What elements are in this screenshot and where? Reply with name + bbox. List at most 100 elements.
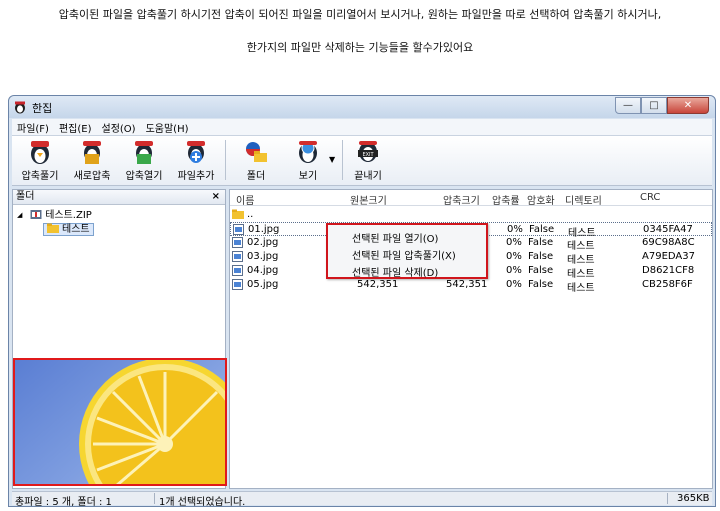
view-label: 보기 bbox=[298, 171, 318, 182]
status-size: 365KB bbox=[677, 493, 710, 504]
column-original-size[interactable]: 원본크기 bbox=[350, 192, 387, 207]
exit-label: 끝내기 bbox=[354, 171, 382, 182]
svg-text:EXIT: EXIT bbox=[362, 152, 374, 158]
status-counts: 총파일 : 5 개, 폴더 : 1 bbox=[15, 497, 112, 508]
folder-pane-header: 폴더 × bbox=[13, 190, 225, 205]
view-dropdown-arrow[interactable]: ▼ bbox=[329, 155, 335, 164]
image-file-icon bbox=[232, 237, 243, 248]
image-file-icon bbox=[232, 265, 243, 276]
file-ratio: 0% bbox=[506, 237, 522, 248]
menu-settings[interactable]: 설정(O) bbox=[97, 120, 141, 135]
file-crc: 0345FA47 bbox=[643, 224, 693, 235]
file-name: 05.jpg bbox=[247, 279, 279, 290]
file-encrypted: False bbox=[529, 224, 555, 235]
title-bar[interactable]: 한집 — □ ✕ bbox=[9, 96, 715, 118]
column-compressed-size[interactable]: 압축크기 bbox=[443, 192, 480, 207]
window-title: 한집 bbox=[32, 102, 53, 115]
status-separator bbox=[667, 493, 668, 504]
file-crc: D8621CF8 bbox=[642, 265, 695, 276]
extract-button[interactable]: 압축풀기 bbox=[14, 139, 66, 185]
open-archive-button[interactable]: 압축열기 bbox=[118, 139, 170, 185]
menu-edit[interactable]: 편집(E) bbox=[54, 120, 97, 135]
menu-bar: 파일(F) 편집(E) 설정(O) 도움말(H) bbox=[12, 119, 712, 136]
exit-button[interactable]: EXIT 끝내기 bbox=[342, 139, 394, 185]
tree-selected-item[interactable]: 테스트 bbox=[43, 223, 94, 236]
status-separator bbox=[154, 493, 155, 504]
menu-help[interactable]: 도움말(H) bbox=[141, 120, 194, 135]
caption-line-2: 한가지의 파일만 삭제하는 기능들을 할수가있어요 bbox=[246, 41, 474, 54]
add-file-label: 파일추가 bbox=[177, 171, 215, 182]
folder-label: 폴더 bbox=[246, 171, 266, 182]
penguin-new-archive-icon bbox=[83, 141, 101, 164]
status-selection: 1개 선택되었습니다. bbox=[159, 497, 246, 508]
file-list-pane: 이름 원본크기 압축크기 압축률 암호화 디렉토리 CRC .. 01.jpg … bbox=[229, 189, 713, 489]
context-extract-selected[interactable]: 선택된 파일 압축풀기(X) bbox=[352, 247, 456, 262]
penguin-extract-icon bbox=[31, 141, 49, 164]
tree-expander-icon[interactable]: ◢ bbox=[17, 209, 22, 222]
file-list-header: 이름 원본크기 압축크기 압축률 암호화 디렉토리 CRC bbox=[230, 190, 712, 207]
file-crc: A79EDA37 bbox=[642, 251, 695, 262]
context-open-selected[interactable]: 선택된 파일 열기(O) bbox=[352, 230, 438, 245]
tree-item-archive-label: 테스트.ZIP bbox=[45, 210, 92, 221]
image-file-icon bbox=[232, 279, 243, 290]
file-compressed-size: 542,351 bbox=[446, 279, 488, 290]
new-archive-button[interactable]: 새로압축 bbox=[66, 139, 118, 185]
folder-icon bbox=[246, 142, 267, 162]
column-crc[interactable]: CRC bbox=[640, 192, 660, 203]
context-delete-selected[interactable]: 선택된 파일 삭제(D) bbox=[352, 264, 438, 279]
table-row[interactable]: 05.jpg 542,351 542,351 0% False 테스트 CB25… bbox=[230, 278, 712, 294]
folder-pane-title: 폴더 bbox=[16, 191, 35, 202]
image-file-icon bbox=[232, 251, 243, 262]
list-item-parent-folder[interactable]: .. bbox=[230, 208, 712, 222]
context-menu: 선택된 파일 열기(O) 선택된 파일 압축풀기(X) 선택된 파일 삭제(D) bbox=[326, 223, 488, 279]
zip-archive-icon bbox=[30, 210, 42, 219]
file-name: 03.jpg bbox=[247, 251, 279, 262]
app-window: 한집 — □ ✕ 파일(F) 편집(E) 설정(O) 도움말(H) 압축풀기 새… bbox=[8, 95, 716, 508]
open-archive-label: 압축열기 bbox=[125, 171, 163, 182]
image-file-icon bbox=[233, 224, 244, 235]
maximize-button[interactable]: □ bbox=[641, 97, 667, 114]
menu-file[interactable]: 파일(F) bbox=[12, 120, 54, 135]
extract-label: 압축풀기 bbox=[21, 171, 59, 182]
add-file-button[interactable]: 파일추가 bbox=[170, 139, 222, 185]
file-ratio: 0% bbox=[506, 279, 522, 290]
penguin-exit-icon: EXIT bbox=[358, 141, 378, 162]
view-button[interactable]: 보기 bbox=[282, 139, 334, 185]
file-original-size: 542,351 bbox=[357, 279, 399, 290]
penguin-add-file-icon bbox=[187, 141, 205, 163]
tree-item-archive[interactable]: ◢ 테스트.ZIP bbox=[17, 209, 92, 222]
file-crc: 69C98A8C bbox=[642, 237, 695, 248]
file-ratio: 0% bbox=[506, 251, 522, 262]
column-ratio[interactable]: 압축률 bbox=[492, 192, 520, 207]
minimize-button[interactable]: — bbox=[615, 97, 641, 114]
toolbar: 압축풀기 새로압축 압축열기 파일추가 폴더 보기 ▼ EXIT 끝내기 bbox=[12, 136, 712, 186]
file-name: 01.jpg bbox=[248, 224, 280, 235]
file-encrypted: False bbox=[528, 237, 554, 248]
file-encrypted: False bbox=[528, 279, 554, 290]
folder-icon bbox=[232, 209, 244, 219]
caption-line-1: 압축이된 파일을 압축풀기 하시기전 압축이 되어진 파일을 미리열어서 보시거… bbox=[58, 8, 662, 21]
file-crc: CB258F6F bbox=[642, 279, 693, 290]
file-directory: 테스트 bbox=[567, 283, 595, 294]
column-name[interactable]: 이름 bbox=[236, 192, 254, 207]
folder-button[interactable]: 폴더 bbox=[230, 139, 282, 185]
file-encrypted: False bbox=[528, 265, 554, 276]
folder-icon bbox=[47, 223, 59, 233]
file-encrypted: False bbox=[528, 251, 554, 262]
column-encrypted[interactable]: 암호화 bbox=[527, 192, 555, 207]
file-ratio: 0% bbox=[507, 224, 523, 235]
close-button[interactable]: ✕ bbox=[667, 97, 709, 114]
file-name: 04.jpg bbox=[247, 265, 279, 276]
folder-pane-close-button[interactable]: × bbox=[212, 190, 220, 204]
parent-folder-label: .. bbox=[247, 209, 254, 220]
penguin-view-icon bbox=[299, 141, 317, 163]
toolbar-separator bbox=[225, 140, 226, 180]
penguin-open-archive-icon bbox=[135, 141, 153, 164]
status-bar: 총파일 : 5 개, 폴더 : 1 1개 선택되었습니다. 365KB bbox=[12, 491, 712, 508]
penguin-app-icon bbox=[15, 101, 25, 114]
new-archive-label: 새로압축 bbox=[73, 171, 111, 182]
tree-item-test-folder[interactable]: 테스트 bbox=[43, 223, 94, 236]
file-name: 02.jpg bbox=[247, 237, 279, 248]
column-directory[interactable]: 디렉토리 bbox=[565, 192, 602, 207]
lemon-slice-preview-image bbox=[79, 360, 225, 484]
